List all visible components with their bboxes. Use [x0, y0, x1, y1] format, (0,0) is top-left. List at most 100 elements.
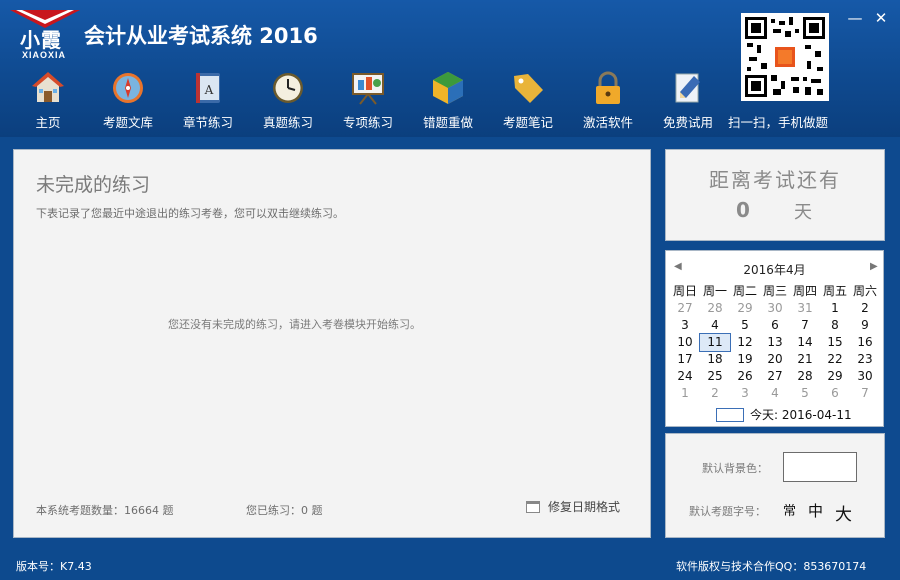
weekday-label: 周四 [792, 284, 817, 298]
countdown-title: 距离考试还有 [709, 168, 841, 192]
calendar-day[interactable]: 20 [760, 351, 790, 368]
calendar-day[interactable]: 17 [670, 351, 700, 368]
calendar-day[interactable]: 1 [670, 385, 700, 402]
calendar-day[interactable]: 1 [820, 300, 850, 317]
calendar-day[interactable]: 6 [820, 385, 850, 402]
calendar-day[interactable]: 24 [670, 368, 700, 385]
refresh-cube-icon [433, 72, 463, 104]
calendar-day[interactable]: 30 [850, 368, 880, 385]
calendar-day[interactable]: 25 [700, 368, 730, 385]
calendar-day[interactable]: 11 [699, 333, 731, 352]
toolbar-wrong-redo[interactable]: 错题重做 [408, 68, 488, 134]
calendar-day[interactable]: 5 [790, 385, 820, 402]
calendar-day[interactable]: 10 [670, 334, 700, 351]
countdown-unit: 天 [794, 202, 812, 223]
toolbar-home[interactable]: 主页 [8, 68, 88, 134]
calendar-week-row: 1234567 [670, 385, 880, 402]
toolbar-label: 错题重做 [422, 115, 473, 130]
font-size-medium[interactable]: 中 [808, 500, 823, 521]
toolbar-activate[interactable]: 激活软件 [568, 68, 648, 134]
calendar-next-button[interactable]: ▶ [870, 261, 878, 272]
calendar-day[interactable]: 6 [760, 317, 790, 334]
calendar-day[interactable]: 28 [700, 300, 730, 317]
calendar-week-row: 10 11 12 13 14 15 16 [670, 333, 880, 352]
calendar-day[interactable]: 27 [670, 300, 700, 317]
weekday-label: 周五 [822, 284, 847, 298]
calendar-day[interactable]: 3 [670, 317, 700, 334]
calendar-day[interactable]: 29 [820, 368, 850, 385]
tag-icon [514, 74, 543, 103]
calendar-day[interactable]: 5 [730, 317, 760, 334]
bg-color-label: 默认背景色： [702, 462, 768, 475]
weekday-label: 周一 [702, 284, 727, 298]
practiced-count-label: 您已练习：0 题 [246, 504, 323, 517]
calendar-day[interactable]: 4 [760, 385, 790, 402]
toolbar-label: 激活软件 [582, 115, 633, 130]
font-size-large[interactable]: 大 [835, 500, 852, 525]
calendar-day[interactable]: 31 [790, 300, 820, 317]
app-header: 小霞 XIAOXIA 会计从业考试系统 2016 — ✕ 主页 考题文库 A 章… [0, 0, 900, 137]
bg-color-picker[interactable] [783, 452, 857, 482]
calendar-day[interactable]: 2 [700, 385, 730, 402]
toolbar-label: 考题笔记 [502, 115, 553, 130]
calendar-day[interactable]: 26 [730, 368, 760, 385]
empty-state-message: 您还没有未完成的练习，请进入考卷模块开始练习。 [168, 318, 421, 331]
calendar-day[interactable]: 23 [850, 351, 880, 368]
countdown-value: 0 [736, 198, 750, 222]
lock-icon [596, 71, 620, 104]
toolbar-chapter-practice[interactable]: A 章节练习 [168, 68, 248, 134]
calendar-day[interactable]: 12 [730, 334, 760, 351]
calendar-day[interactable]: 4 [700, 317, 730, 334]
calendar-day[interactable]: 9 [850, 317, 880, 334]
calendar-icon [526, 500, 540, 513]
minimize-button[interactable]: — [845, 9, 865, 27]
close-button[interactable]: ✕ [871, 9, 891, 27]
calendar-day[interactable]: 2 [850, 300, 880, 317]
calendar-day[interactable]: 22 [820, 351, 850, 368]
calendar-day[interactable]: 29 [730, 300, 760, 317]
toolbar-label: 免费试用 [662, 115, 713, 130]
font-size-normal[interactable]: 常 [783, 500, 796, 519]
panel-description: 下表记录了您最近中途退出的练习考卷，您可以双击继续练习。 [36, 207, 344, 220]
calendar-week-row: 27 28 29 30 31 1 2 [670, 300, 880, 317]
panel-title: 未完成的练习 [36, 174, 151, 196]
toolbar-special-practice[interactable]: 专项练习 [328, 68, 408, 134]
calendar-week-row: 17 18 19 20 21 22 23 [670, 351, 880, 368]
calendar-day[interactable]: 27 [760, 368, 790, 385]
calendar-day[interactable]: 18 [700, 351, 730, 368]
calendar-day[interactable]: 13 [760, 334, 790, 351]
calendar-day[interactable]: 21 [790, 351, 820, 368]
toolbar-label: 真题练习 [262, 115, 313, 130]
calendar-day[interactable]: 28 [790, 368, 820, 385]
total-questions-label: 本系统考题数量：16664 题 [36, 504, 174, 517]
toolbar-past-exam-practice[interactable]: 真题练习 [248, 68, 328, 134]
calendar-week-row: 3456789 [670, 317, 880, 334]
exam-countdown-panel: 距离考试还有 0 天 [665, 149, 885, 241]
calendar-day[interactable]: 16 [850, 334, 880, 351]
toolbar-label: 考题文库 [102, 115, 153, 130]
calendar-day[interactable]: 7 [850, 385, 880, 402]
display-settings-panel: 默认背景色： 默认考题字号： 常 中 大 [665, 433, 885, 538]
toolbar-free-trial[interactable]: 免费试用 [648, 68, 728, 134]
toolbar-exam-notes[interactable]: 考题笔记 [488, 68, 568, 134]
compass-icon [113, 73, 143, 103]
toolbar-label: 章节练习 [182, 115, 233, 130]
calendar-day[interactable]: 30 [760, 300, 790, 317]
clock-icon [273, 73, 303, 103]
calendar-today[interactable]: 今天: 2016-04-11 [716, 406, 852, 423]
calendar-day[interactable]: 7 [790, 317, 820, 334]
calendar-day[interactable]: 8 [820, 317, 850, 334]
calendar-day[interactable]: 15 [820, 334, 850, 351]
toolbar-question-library[interactable]: 考题文库 [88, 68, 168, 134]
scan-qr-label: 扫一扫，手机做题 [728, 115, 829, 130]
calendar-month-label: 2016年4月 [743, 263, 806, 277]
fix-date-format-label: 修复日期格式 [548, 500, 621, 514]
calendar-weekday-row: 周日 周一 周二 周三 周四 周五 周六 [670, 283, 880, 300]
svg-text:A: A [204, 83, 214, 97]
fix-date-format-button[interactable]: 修复日期格式 [526, 498, 620, 515]
status-bar: 版本号：K7.43 软件版权与技术合作QQ：853670174 [0, 550, 900, 580]
calendar-day[interactable]: 14 [790, 334, 820, 351]
calendar-day[interactable]: 3 [730, 385, 760, 402]
presentation-icon [352, 73, 384, 105]
calendar-day[interactable]: 19 [730, 351, 760, 368]
